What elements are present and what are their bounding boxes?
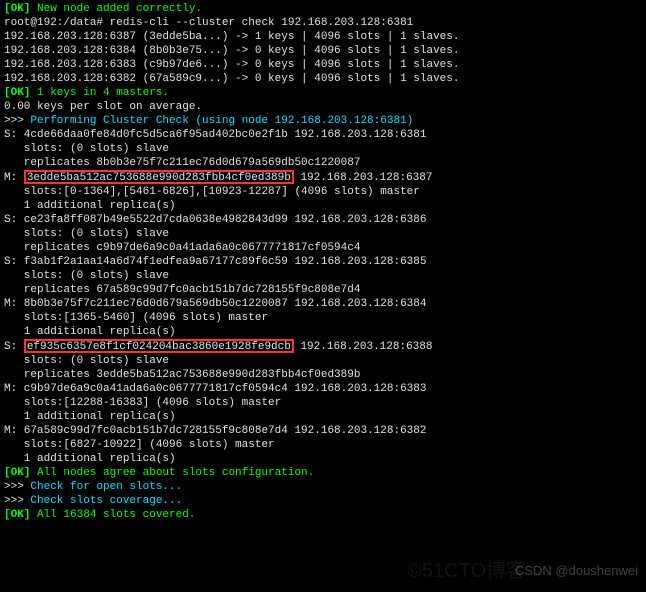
node-summary: 192.168.203.128:6387 (3edde5ba...) -> 1 …: [4, 30, 642, 44]
node-line: slots:[12288-16383] (4096 slots) master: [4, 396, 642, 410]
node-line: slots: (0 slots) slave: [4, 227, 642, 241]
node-line: slots:[1365-5460] (4096 slots) master: [4, 311, 642, 325]
node-line: M: c9b97de6a9c0a41ada6a0c0677771817cf059…: [4, 382, 642, 396]
node-line: 1 additional replica(s): [4, 410, 642, 424]
node-line: replicates 8b0b3e75f7c211ec76d0d679a569d…: [4, 156, 642, 170]
node-line: slots:[6827-10922] (4096 slots) master: [4, 438, 642, 452]
command-prompt: root@192:/data# redis-cli --cluster chec…: [4, 16, 642, 30]
node-line: S: ce23fa8ff087b49e5522d7cda0638e4982843…: [4, 213, 642, 227]
node-line: M: 3edde5ba512ac753688e990d283fbb4cf0ed3…: [4, 170, 642, 185]
node-line: 1 additional replica(s): [4, 199, 642, 213]
ok-badge: [OK]: [4, 3, 30, 15]
node-summary: 192.168.203.128:6384 (8b0b3e75...) -> 0 …: [4, 44, 642, 58]
node-summary: 192.168.203.128:6383 (c9b97de6...) -> 0 …: [4, 58, 642, 72]
node-line: slots: (0 slots) slave: [4, 269, 642, 283]
node-line: 1 additional replica(s): [4, 325, 642, 339]
node-line: slots: (0 slots) slave: [4, 142, 642, 156]
section-heading: Performing Cluster Check (using node 192…: [30, 115, 413, 127]
section-heading: Check for open slots...: [30, 481, 182, 493]
node-line: M: 67a589c99d7fc0acb151b7dc728155f9c808e…: [4, 424, 642, 438]
status-text: All nodes agree about slots configuratio…: [30, 467, 314, 479]
node-line: replicates c9b97de6a9c0a41ada6a0c0677771…: [4, 241, 642, 255]
keys-count: 1 keys in 4 masters.: [30, 87, 169, 99]
ok-badge: [OK]: [4, 87, 30, 99]
watermark: CSDN @doushenwei: [515, 564, 638, 578]
node-line: slots:[0-1364],[5461-6826],[10923-12287]…: [4, 185, 642, 199]
highlighted-hash: 3edde5ba512ac753688e990d283fbb4cf0ed389b: [24, 170, 294, 184]
node-line: S: ef935c6357e8f1cf024204bac3860e1928fe9…: [4, 339, 642, 354]
node-line: 1 additional replica(s): [4, 452, 642, 466]
prefix: >>>: [4, 495, 30, 507]
node-line: replicates 3edde5ba512ac753688e990d283fb…: [4, 368, 642, 382]
status-text: All 16384 slots covered.: [30, 509, 195, 521]
ok-badge: [OK]: [4, 509, 30, 521]
avg-text: 0.00 keys per slot on average.: [4, 100, 642, 114]
prefix: >>>: [4, 481, 30, 493]
section-heading: Check slots coverage...: [30, 495, 182, 507]
node-line: replicates 67a589c99d7fc0acb151b7dc72815…: [4, 283, 642, 297]
status-text: New node added correctly.: [30, 3, 202, 15]
node-line: S: 4cde66daa0fe84d0fc5d5ca6f95ad402bc0e2…: [4, 128, 642, 142]
node-line: M: 8b0b3e75f7c211ec76d0d679a569db50c1220…: [4, 297, 642, 311]
node-summary: 192.168.203.128:6382 (67a589c9...) -> 0 …: [4, 72, 642, 86]
watermark: ©51CTO博客: [407, 564, 526, 578]
prefix: >>>: [4, 115, 30, 127]
node-line: S: f3ab1f2a1aa14a6d74f1edfea9a67177c89f6…: [4, 255, 642, 269]
ok-badge: [OK]: [4, 467, 30, 479]
highlighted-hash: ef935c6357e8f1cf024204bac3860e1928fe9dcb: [24, 339, 294, 353]
node-line: slots: (0 slots) slave: [4, 354, 642, 368]
